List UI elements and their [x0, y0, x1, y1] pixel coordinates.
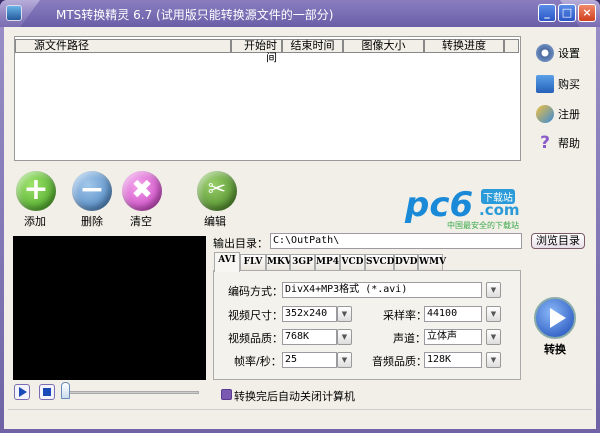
logo-domain: .com	[479, 201, 520, 219]
delete-button[interactable]: −	[72, 171, 112, 211]
channel-dropdown-icon[interactable]: ▼	[486, 329, 501, 345]
audio-quality-select[interactable]: 128K	[424, 352, 482, 368]
edit-button[interactable]: ✂	[197, 171, 237, 211]
stop-button[interactable]	[39, 384, 55, 400]
column-source-path[interactable]: 源文件路径	[15, 39, 231, 53]
logo-tagline: 中国最安全的下载站	[447, 221, 519, 230]
pc6-logo: pc6 下载站 .com 中国最安全的下载站	[405, 185, 535, 233]
convert-label: 转换	[544, 343, 566, 356]
clear-button[interactable]: ✖	[122, 171, 162, 211]
fps-select[interactable]: 25	[282, 352, 337, 368]
sample-rate-dropdown-icon[interactable]: ▼	[486, 306, 501, 322]
output-dir-input[interactable]: C:\OutPath\	[270, 233, 522, 249]
gear-icon	[536, 44, 554, 62]
maximize-button[interactable]: □	[558, 4, 576, 22]
stop-icon	[43, 388, 51, 396]
tab-mp4[interactable]: MP4	[315, 254, 340, 271]
buy-button[interactable]: 购买	[536, 73, 596, 95]
column-extra[interactable]	[504, 39, 519, 53]
codec-dropdown-icon[interactable]: ▼	[486, 282, 501, 298]
add-label: 添加	[24, 215, 46, 228]
file-list[interactable]: 源文件路径 开始时间 结束时间 图像大小 转换进度	[14, 36, 521, 161]
fps-dropdown-icon[interactable]: ▼	[337, 352, 352, 368]
edit-label: 编辑	[204, 215, 226, 228]
minimize-button[interactable]: _	[538, 4, 556, 22]
key-icon	[536, 105, 554, 123]
help-label: 帮助	[558, 137, 580, 150]
video-size-dropdown-icon[interactable]: ▼	[337, 306, 352, 322]
cart-icon	[536, 75, 554, 93]
column-progress[interactable]: 转换进度	[424, 39, 504, 53]
minus-icon: −	[79, 172, 105, 207]
video-quality-select[interactable]: 768K	[282, 329, 337, 345]
codec-label: 编码方式：	[228, 285, 283, 298]
main-panel: 源文件路径 开始时间 结束时间 图像大小 转换进度 设置 购买 注册 ? 帮助 +…	[4, 27, 596, 429]
tab-mkv[interactable]: MKV	[266, 254, 292, 271]
output-dir-label: 输出目录：	[213, 237, 268, 250]
column-start-time[interactable]: 开始时间	[231, 39, 282, 64]
app-icon	[6, 5, 22, 21]
add-button[interactable]: +	[16, 171, 56, 211]
help-button[interactable]: ? 帮助	[536, 132, 596, 154]
x-icon: ✖	[131, 175, 153, 205]
column-end-time[interactable]: 结束时间	[282, 39, 343, 53]
delete-label: 删除	[81, 215, 103, 228]
tab-wmv[interactable]: WMV	[418, 254, 446, 271]
window-title: MTS转换精灵 6.7 (试用版只能转换源文件的一部分)	[56, 8, 334, 22]
fps-label: 帧率/秒：	[234, 355, 282, 368]
sample-rate-select[interactable]: 44100	[424, 306, 482, 322]
channel-select[interactable]: 立体声	[424, 329, 482, 345]
buy-label: 购买	[558, 78, 580, 91]
browse-button[interactable]: 浏览目录	[531, 233, 585, 249]
shutdown-label: 转换完后自动关闭计算机	[234, 390, 355, 403]
play-icon	[19, 387, 27, 397]
help-icon: ?	[540, 133, 550, 153]
clear-label: 清空	[130, 215, 152, 228]
tab-3gp[interactable]: 3GP	[290, 254, 315, 271]
convert-button[interactable]	[534, 297, 576, 339]
tab-dvd[interactable]: DVD	[394, 254, 418, 271]
play-button[interactable]	[14, 384, 30, 400]
column-image-size[interactable]: 图像大小	[343, 39, 424, 53]
video-size-label: 视频尺寸：	[228, 309, 283, 322]
video-size-select[interactable]: 352x240	[282, 306, 337, 322]
video-preview	[13, 236, 206, 380]
video-quality-label: 视频品质：	[228, 332, 283, 345]
play-icon	[550, 308, 566, 328]
tab-vcd[interactable]: VCD	[340, 254, 365, 271]
app-window: MTS转换精灵 6.7 (试用版只能转换源文件的一部分) _ □ × 源文件路径…	[0, 0, 600, 433]
register-label: 注册	[558, 108, 580, 121]
tab-avi[interactable]: AVI	[214, 252, 240, 272]
title-bar: MTS转换精灵 6.7 (试用版只能转换源文件的一部分) _ □ ×	[0, 0, 600, 27]
channel-label: 声道：	[393, 332, 426, 345]
close-button[interactable]: ×	[578, 4, 596, 22]
plus-icon: +	[23, 172, 49, 207]
tab-svcd[interactable]: SVCD	[365, 254, 394, 271]
video-quality-dropdown-icon[interactable]: ▼	[337, 329, 352, 345]
audio-quality-dropdown-icon[interactable]: ▼	[486, 352, 501, 368]
settings-button[interactable]: 设置	[536, 42, 596, 64]
status-bar	[8, 409, 592, 426]
register-button[interactable]: 注册	[536, 103, 596, 125]
audio-quality-label: 音频品质：	[372, 355, 427, 368]
seek-handle[interactable]	[61, 382, 70, 399]
scissors-icon: ✂	[207, 177, 227, 202]
logo-text: pc6	[405, 185, 474, 225]
codec-select[interactable]: DivX4+MP3格式 (*.avi)	[282, 282, 482, 298]
settings-label: 设置	[558, 47, 580, 60]
shutdown-checkbox[interactable]	[221, 389, 232, 400]
seek-slider[interactable]	[64, 391, 199, 394]
tab-flv[interactable]: FLV	[240, 254, 266, 271]
sample-rate-label: 采样率：	[383, 309, 427, 322]
